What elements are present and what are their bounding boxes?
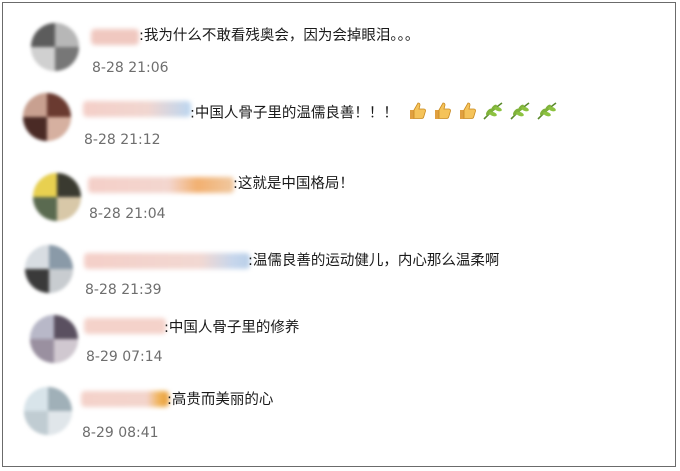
avatar[interactable]: [25, 245, 73, 293]
avatar[interactable]: [31, 23, 79, 71]
username-blurred[interactable]: [81, 391, 169, 407]
username-blurred[interactable]: [91, 29, 139, 45]
comment-text-row: :中国人骨子里的温儒良善！！！: [190, 100, 559, 127]
comment-item: :我为什么不敢看残奥会，因为会掉眼泪。。。 8-28 21:06: [3, 3, 675, 76]
comment-text: :温儒良善的运动健儿，内心那么温柔啊: [248, 253, 500, 269]
avatar[interactable]: [33, 173, 81, 221]
avatar[interactable]: [23, 93, 71, 141]
avatar[interactable]: [24, 387, 72, 435]
comment-item: :高贵而美丽的心 8-29 08:41: [3, 361, 675, 441]
username-blurred[interactable]: [84, 318, 166, 334]
comment-list: :我为什么不敢看残奥会，因为会掉眼泪。。。 8-28 21:06 :中国人骨子里…: [2, 2, 676, 467]
olive-branch-icon: [481, 100, 505, 127]
username-blurred[interactable]: [88, 177, 234, 193]
comment-text: :这就是中国格局！: [233, 176, 354, 192]
avatar[interactable]: [30, 315, 78, 363]
thumbs-up-icon: [431, 100, 453, 127]
olive-branch-icon: [535, 100, 559, 127]
comment-item: :这就是中国格局！ 8-28 21:04: [3, 147, 675, 222]
olive-branch-icon: [508, 100, 532, 127]
comment-item: :中国人骨子里的修养 8-29 07:14: [3, 289, 675, 365]
comment-time: 8-28 21:12: [84, 132, 161, 148]
username-blurred[interactable]: [84, 253, 250, 269]
comment-text: :高贵而美丽的心: [167, 392, 274, 408]
comment-text: :我为什么不敢看残奥会，因为会掉眼泪。。。: [139, 28, 420, 44]
comment-text: :中国人骨子里的温儒良善！！！: [190, 105, 398, 122]
comment-item: :温儒良善的运动健儿，内心那么温柔啊 8-28 21:39: [3, 219, 675, 298]
username-blurred[interactable]: [83, 101, 191, 117]
thumbs-up-icon: [406, 100, 428, 127]
comment-text: :中国人骨子里的修养: [164, 320, 300, 336]
comment-item: :中国人骨子里的温儒良善！！！ 8-28 21:12: [3, 73, 675, 148]
comment-time: 8-29 08:41: [82, 425, 159, 441]
thumbs-up-icon: [456, 100, 478, 127]
